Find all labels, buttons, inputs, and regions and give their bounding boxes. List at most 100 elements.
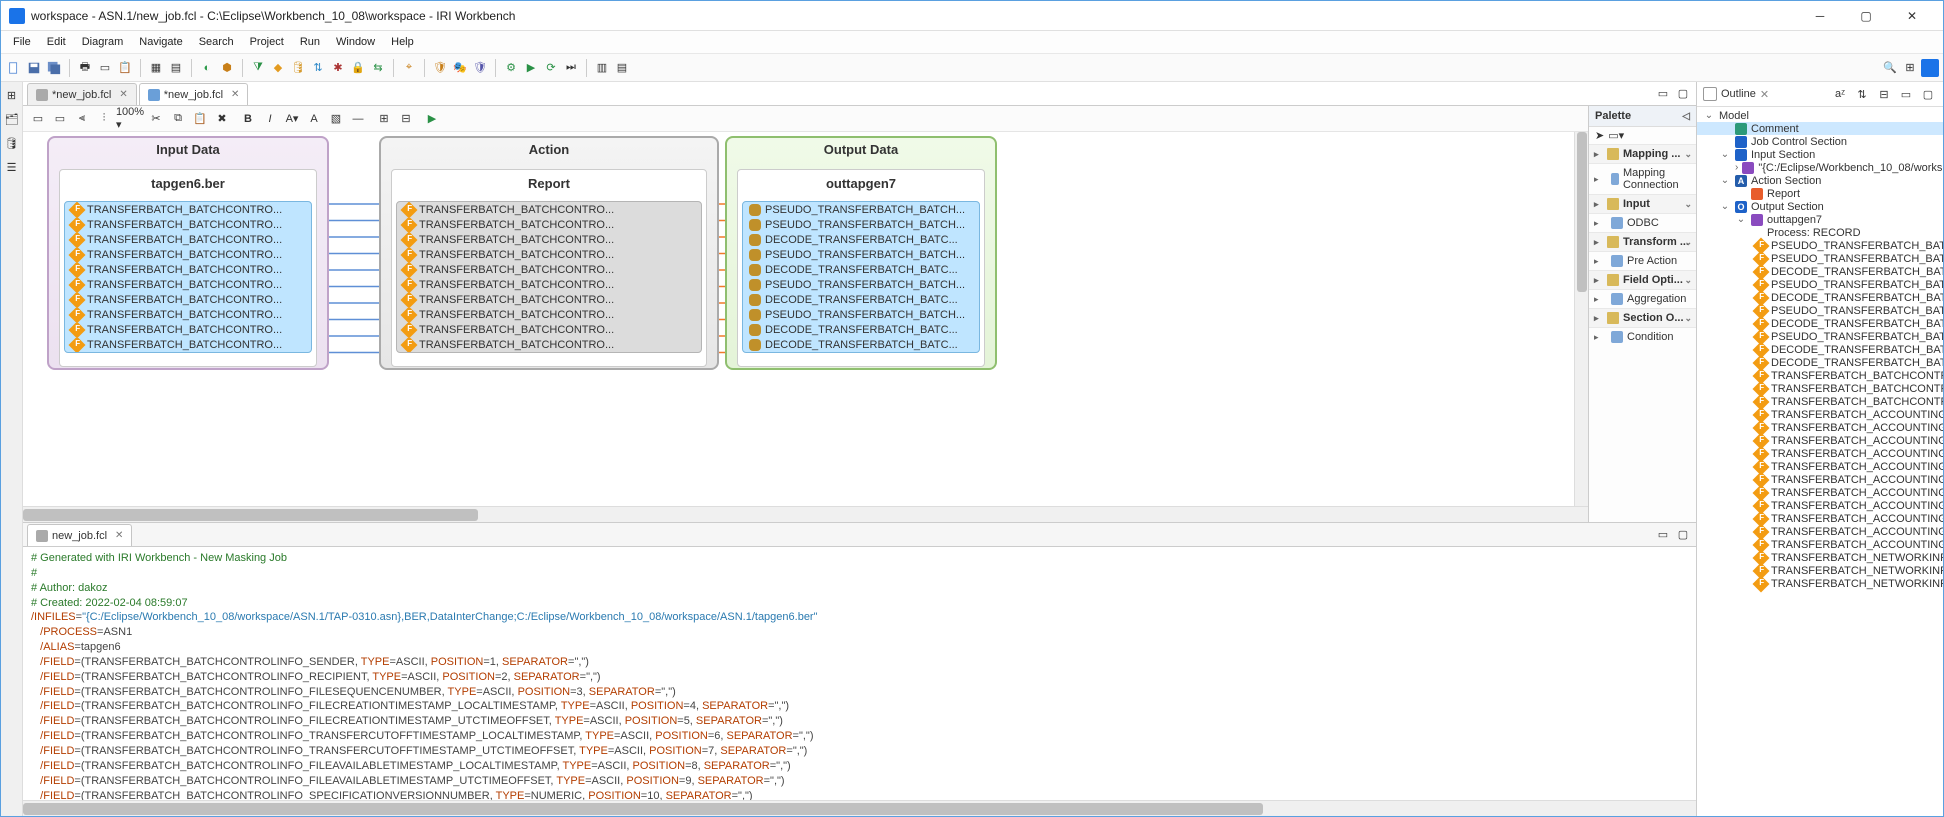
field-row[interactable]: TRANSFERBATCH_BATCHCONTRO... — [65, 277, 311, 292]
sort-icon[interactable]: ⇅ — [309, 59, 327, 77]
field-row[interactable]: TRANSFERBATCH_BATCHCONTRO... — [65, 247, 311, 262]
min-view-icon[interactable]: ▭ — [1897, 85, 1915, 103]
padlock-icon[interactable]: 🔒 — [349, 59, 367, 77]
outline-item[interactable]: DECODE_TRANSFERBATCH_BATCHCON — [1697, 317, 1943, 330]
outline-item[interactable]: ›"{C:/Eclipse/Workbench_10_08/workspace — [1697, 161, 1943, 174]
outline-item[interactable]: DECODE_TRANSFERBATCH_BATCHCON — [1697, 343, 1943, 356]
delete-icon[interactable]: ✖ — [213, 110, 231, 128]
field-row[interactable]: DECODE_TRANSFERBATCH_BATC... — [743, 262, 979, 277]
outline-item[interactable]: PSEUDO_TRANSFERBATCH_BATCHCON — [1697, 239, 1943, 252]
marquee-icon[interactable]: ▭ — [51, 110, 69, 128]
menu-diagram[interactable]: Diagram — [74, 34, 132, 50]
layout2-icon[interactable]: ▤ — [613, 59, 631, 77]
palette-tool[interactable]: Mapping Connection — [1589, 163, 1696, 194]
db-explorer-icon[interactable]: 🛢 — [3, 134, 21, 152]
maximize-button[interactable]: ▢ — [1843, 1, 1889, 31]
save-icon[interactable] — [25, 59, 43, 77]
outline-item[interactable]: PSEUDO_TRANSFERBATCH_BATCHCON — [1697, 330, 1943, 343]
outline-item[interactable]: TRANSFERBATCH_ACCOUNTINGINFO_ — [1697, 538, 1943, 551]
field-row[interactable]: TRANSFERBATCH_BATCHCONTRO... — [65, 217, 311, 232]
outline-tree[interactable]: ⌄ModelCommentJob Control Section⌄Input S… — [1697, 107, 1943, 816]
palette-tool[interactable]: ODBC — [1589, 213, 1696, 232]
field-row[interactable]: TRANSFERBATCH_BATCHCONTRO... — [65, 232, 311, 247]
palette-tool[interactable]: Aggregation — [1589, 289, 1696, 308]
outline-item[interactable]: Job Control Section — [1697, 135, 1943, 148]
palette-selector[interactable]: ➤ ▭▾ — [1589, 127, 1696, 144]
menu-help[interactable]: Help — [383, 34, 422, 50]
shield-icon[interactable]: ⬢ — [218, 59, 236, 77]
palette-drawer[interactable]: Mapping ...⌄ — [1589, 144, 1696, 163]
source-text[interactable]: # Generated with IRI Workbench - New Mas… — [23, 547, 1696, 800]
compass-icon[interactable]: ⌖ — [400, 59, 418, 77]
menu-file[interactable]: File — [5, 34, 39, 50]
perspective-icon[interactable]: ⊞ — [1901, 59, 1919, 77]
outline-item[interactable]: DECODE_TRANSFERBATCH_BATCHCON — [1697, 291, 1943, 304]
field-row[interactable]: TRANSFERBATCH_BATCHCONTRO... — [397, 307, 701, 322]
funnel-icon[interactable]: ⧩ — [249, 59, 267, 77]
field-row[interactable]: TRANSFERBATCH_BATCHCONTRO... — [65, 262, 311, 277]
layout2-icon[interactable]: ⊟ — [397, 110, 415, 128]
palette-drawer[interactable]: Transform ...⌄ — [1589, 232, 1696, 251]
input-node[interactable]: tapgen6.ber TRANSFERBATCH_BATCHCONTRO...… — [59, 169, 317, 367]
diagram-canvas[interactable]: Input Data tapgen6.ber TRANSFERBATCH_BAT… — [23, 132, 1588, 506]
field-row[interactable]: TRANSFERBATCH_BATCHCONTRO... — [397, 217, 701, 232]
palette-collapse-icon[interactable]: ◁ — [1682, 111, 1690, 122]
close-tab-icon[interactable]: ✕ — [115, 89, 127, 100]
rules-icon[interactable]: 🛡 — [471, 59, 489, 77]
outline-item[interactable]: TRANSFERBATCH_NETWORKINFO_UTC — [1697, 564, 1943, 577]
palette-drawer[interactable]: Section O...⌄ — [1589, 308, 1696, 327]
palette-tool[interactable]: Condition — [1589, 327, 1696, 346]
expand-icon[interactable]: ⌄ — [1735, 214, 1747, 225]
field-row[interactable]: TRANSFERBATCH_BATCHCONTRO... — [65, 337, 311, 352]
outline-toggle-icon[interactable]: ☰ — [3, 158, 21, 176]
expand-icon[interactable]: › — [1735, 162, 1738, 173]
palette-tool[interactable]: Pre Action — [1589, 251, 1696, 270]
expand-icon[interactable]: ⌄ — [1719, 175, 1731, 186]
shield2-icon[interactable]: 🛡 — [431, 59, 449, 77]
fill-color-icon[interactable]: ▧ — [327, 110, 345, 128]
save-all-icon[interactable] — [45, 59, 63, 77]
minimize-view-icon[interactable]: ▭ — [1654, 84, 1672, 102]
field-row[interactable]: TRANSFERBATCH_BATCHCONTRO... — [65, 307, 311, 322]
field-row[interactable]: TRANSFERBATCH_BATCHCONTRO... — [397, 337, 701, 352]
mask2-icon[interactable]: 🎭 — [451, 59, 469, 77]
db-icon[interactable]: 🛢 — [289, 59, 307, 77]
maximize-view-icon[interactable]: ▢ — [1674, 84, 1692, 102]
collapse-all-icon[interactable]: ⊟ — [1875, 85, 1893, 103]
field-row[interactable]: DECODE_TRANSFERBATCH_BATC... — [743, 292, 979, 307]
copy-icon[interactable]: ⧉ — [169, 110, 187, 128]
field-row[interactable]: TRANSFERBATCH_BATCHCONTRO... — [397, 247, 701, 262]
editor-tab-active[interactable]: *new_job.fcl ✕ — [139, 83, 249, 105]
paste-icon[interactable]: 📋 — [191, 110, 209, 128]
menu-window[interactable]: Window — [328, 34, 383, 50]
outline-item[interactable]: TRANSFERBATCH_ACCOUNTINGINFO_ — [1697, 499, 1943, 512]
cut-icon[interactable]: ✂ — [147, 110, 165, 128]
field-row[interactable]: TRANSFERBATCH_BATCHCONTRO... — [397, 232, 701, 247]
field-row[interactable]: DECODE_TRANSFERBATCH_BATC... — [743, 337, 979, 352]
autolayout-icon[interactable]: ⊞ — [375, 110, 393, 128]
menu-edit[interactable]: Edit — [39, 34, 74, 50]
outline-item[interactable]: ⌄outtapgen7 — [1697, 213, 1943, 226]
outline-item[interactable]: PSEUDO_TRANSFERBATCH_BATCHCON — [1697, 304, 1943, 317]
field-row[interactable]: TRANSFERBATCH_BATCHCONTRO... — [397, 292, 701, 307]
outline-item[interactable]: Process: RECORD — [1697, 226, 1943, 239]
field-row[interactable]: TRANSFERBATCH_BATCHCONTRO... — [397, 202, 701, 217]
field-row[interactable]: PSEUDO_TRANSFERBATCH_BATCH... — [743, 307, 979, 322]
iri-perspective-icon[interactable] — [1921, 59, 1939, 77]
outline-item[interactable]: TRANSFERBATCH_BATCHCONTROLINF — [1697, 395, 1943, 408]
outline-item[interactable]: ⌄Model — [1697, 109, 1943, 122]
field-row[interactable]: TRANSFERBATCH_BATCHCONTRO... — [397, 277, 701, 292]
field-row[interactable]: PSEUDO_TRANSFERBATCH_BATCH... — [743, 277, 979, 292]
outline-item[interactable]: TRANSFERBATCH_ACCOUNTINGINFO_ — [1697, 473, 1943, 486]
align-top-icon[interactable]: ⫶ — [95, 110, 113, 128]
outline-item[interactable]: TRANSFERBATCH_ACCOUNTINGINFO_ — [1697, 447, 1943, 460]
close-outline-icon[interactable]: ✕ — [1760, 88, 1769, 101]
close-button[interactable]: ✕ — [1889, 1, 1935, 31]
max-view-icon[interactable]: ▢ — [1919, 85, 1937, 103]
field-row[interactable]: TRANSFERBATCH_BATCHCONTRO... — [397, 262, 701, 277]
palette-drawer[interactable]: Field Opti...⌄ — [1589, 270, 1696, 289]
output-node[interactable]: outtapgen7 PSEUDO_TRANSFERBATCH_BATCH...… — [737, 169, 985, 367]
field-row[interactable]: DECODE_TRANSFERBATCH_BATC... — [743, 322, 979, 337]
outline-item[interactable]: TRANSFERBATCH_BATCHCONTROLINF — [1697, 369, 1943, 382]
play-icon[interactable]: ▶ — [522, 59, 540, 77]
